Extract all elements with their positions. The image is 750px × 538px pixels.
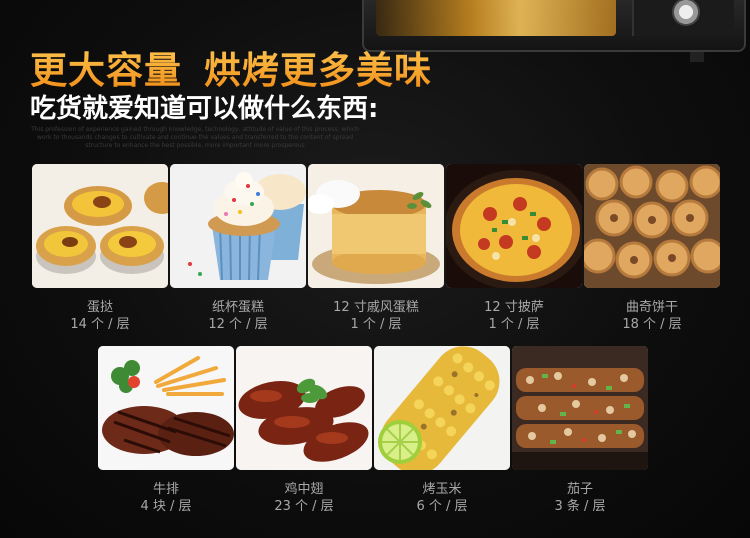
food-item-cupcake: 纸杯蛋糕 12 个 / 层	[170, 164, 306, 333]
food-item-steak: 牛排 4 块 / 层	[98, 346, 234, 515]
egg-tart-photo	[32, 164, 168, 288]
pizza-icon	[446, 164, 582, 288]
item-quantity: 14 个 / 层	[70, 317, 130, 332]
cookies-photo	[584, 164, 720, 288]
oven-knob-icon	[672, 0, 700, 26]
chicken-wings-icon	[236, 346, 372, 470]
oven-control-panel	[632, 0, 734, 36]
food-item-pizza: 12 寸披萨 1 个 / 层	[446, 164, 582, 333]
headline: 更大容量 烘烤更多美味	[30, 40, 432, 94]
food-item-egg-tart: 蛋挞 14 个 / 层	[32, 164, 168, 333]
item-name: 纸杯蛋糕	[211, 300, 264, 315]
item-name: 鸡中翅	[284, 482, 324, 497]
grilled-corn-photo	[374, 346, 510, 470]
subheadline: 吃货就爱知道可以做什么东西:	[30, 94, 379, 124]
item-quantity: 1 个 / 层	[350, 317, 402, 332]
cupcake-photo	[170, 164, 306, 288]
chicken-wings-photo	[236, 346, 372, 470]
item-name: 12 寸戚风蛋糕	[333, 300, 419, 315]
chiffon-cake-icon	[308, 164, 444, 288]
item-quantity: 12 个 / 层	[208, 317, 268, 332]
item-name: 曲奇饼干	[625, 300, 678, 315]
item-name: 茄子	[566, 482, 593, 497]
decorative-fine-print: This profession of experience gained thr…	[31, 126, 359, 149]
item-quantity: 23 个 / 层	[274, 499, 334, 514]
eggplant-photo	[512, 346, 648, 470]
item-name: 12 寸披萨	[484, 300, 544, 315]
food-item-grilled-corn: 烤玉米 6 个 / 层	[374, 346, 510, 515]
item-name: 牛排	[152, 482, 179, 497]
item-quantity: 4 块 / 层	[140, 499, 192, 514]
food-item-chicken-wings: 鸡中翅 23 个 / 层	[236, 346, 372, 515]
headline-part2: 烘烤更多美味	[204, 49, 432, 92]
item-quantity: 6 个 / 层	[416, 499, 468, 514]
cookies-icon	[584, 164, 720, 288]
steak-photo	[98, 346, 234, 470]
chiffon-cake-photo	[308, 164, 444, 288]
steak-icon	[98, 346, 234, 470]
eggplant-icon	[512, 346, 648, 470]
cupcake-icon	[170, 164, 306, 288]
item-name: 蛋挞	[86, 300, 113, 315]
grilled-corn-icon	[374, 346, 510, 470]
food-item-eggplant: 茄子 3 条 / 层	[512, 346, 648, 515]
food-item-cookies: 曲奇饼干 18 个 / 层	[584, 164, 720, 333]
egg-tart-icon	[32, 164, 168, 288]
food-item-chiffon-cake: 12 寸戚风蛋糕 1 个 / 层	[308, 164, 444, 333]
oven-foot	[690, 52, 704, 62]
oven-glass-door	[376, 0, 616, 36]
item-name: 烤玉米	[422, 482, 462, 497]
headline-part1: 更大容量	[30, 49, 182, 92]
item-quantity: 3 条 / 层	[554, 499, 606, 514]
item-quantity: 1 个 / 层	[488, 317, 540, 332]
item-quantity: 18 个 / 层	[622, 317, 682, 332]
pizza-photo	[446, 164, 582, 288]
